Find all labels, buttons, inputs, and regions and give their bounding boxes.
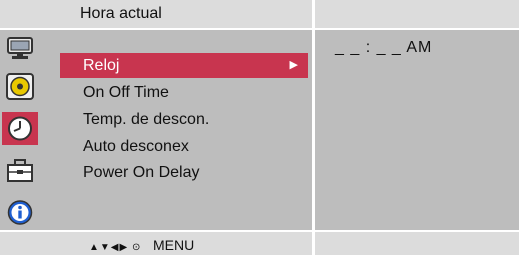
menu-panel: Reloj ▶ On Off Time Temp. de descon. Aut… xyxy=(40,30,312,230)
menu-item-clock[interactable]: Reloj ▶ xyxy=(60,53,308,78)
sidebar-item-information[interactable] xyxy=(2,196,38,229)
navigation-hint: ▲▼◀▶ ⊙ MENU xyxy=(89,237,194,253)
disc-icon xyxy=(6,73,34,100)
menu-hint-label: MENU xyxy=(153,237,195,253)
menu-item-auto-off[interactable]: Auto desconex xyxy=(60,134,308,159)
info-icon xyxy=(7,200,33,225)
menu-item-label: Auto desconex xyxy=(83,138,189,155)
clock-icon xyxy=(8,116,32,141)
sidebar-item-time[interactable] xyxy=(2,112,38,145)
menu-item-on-off-time[interactable]: On Off Time xyxy=(60,80,308,105)
menu-item-label: Power On Delay xyxy=(83,164,200,181)
menu-item-label: Reloj xyxy=(83,57,120,74)
menu-item-label: On Off Time xyxy=(83,84,169,101)
navigation-keys-icon: ▲▼◀▶ ⊙ xyxy=(89,242,142,253)
monitor-icon xyxy=(7,37,33,59)
value-panel xyxy=(315,30,519,230)
footer-bar-right xyxy=(315,232,519,255)
menu-item-label: Temp. de descon. xyxy=(83,111,210,128)
menu-item-sleep-timer[interactable]: Temp. de descon. xyxy=(60,107,308,132)
toolbox-icon xyxy=(7,159,33,182)
menu-item-power-on-delay[interactable]: Power On Delay xyxy=(60,160,308,185)
arrow-right-icon: ▶ xyxy=(289,59,298,71)
sidebar-item-option[interactable] xyxy=(2,154,38,187)
sidebar-item-audio[interactable] xyxy=(2,70,38,103)
clock-value: _ _ : _ _ AM xyxy=(335,39,433,56)
category-sidebar xyxy=(0,30,40,230)
page-title: Hora actual xyxy=(80,5,162,22)
sidebar-item-picture[interactable] xyxy=(2,32,38,65)
title-bar-right xyxy=(315,0,519,28)
osd-menu: Hora actual Reloj ▶ On Off Time Temp. de… xyxy=(0,0,519,255)
